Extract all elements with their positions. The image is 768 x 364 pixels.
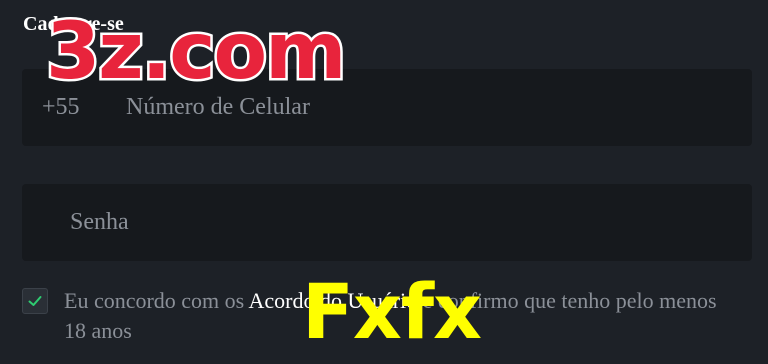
- watermark-overlay: Fxfx: [302, 267, 482, 356]
- password-input[interactable]: [70, 204, 730, 240]
- brand-logo-overlay: 3z.com: [43, 5, 348, 100]
- agreement-text-before: Eu concordo com os: [64, 288, 249, 313]
- password-field[interactable]: [22, 184, 752, 261]
- agreement-checkbox[interactable]: [22, 288, 48, 314]
- register-page: Cadastre-se 3z.com +55 Eu concordo com o…: [0, 0, 768, 364]
- checkmark-icon: [28, 296, 42, 306]
